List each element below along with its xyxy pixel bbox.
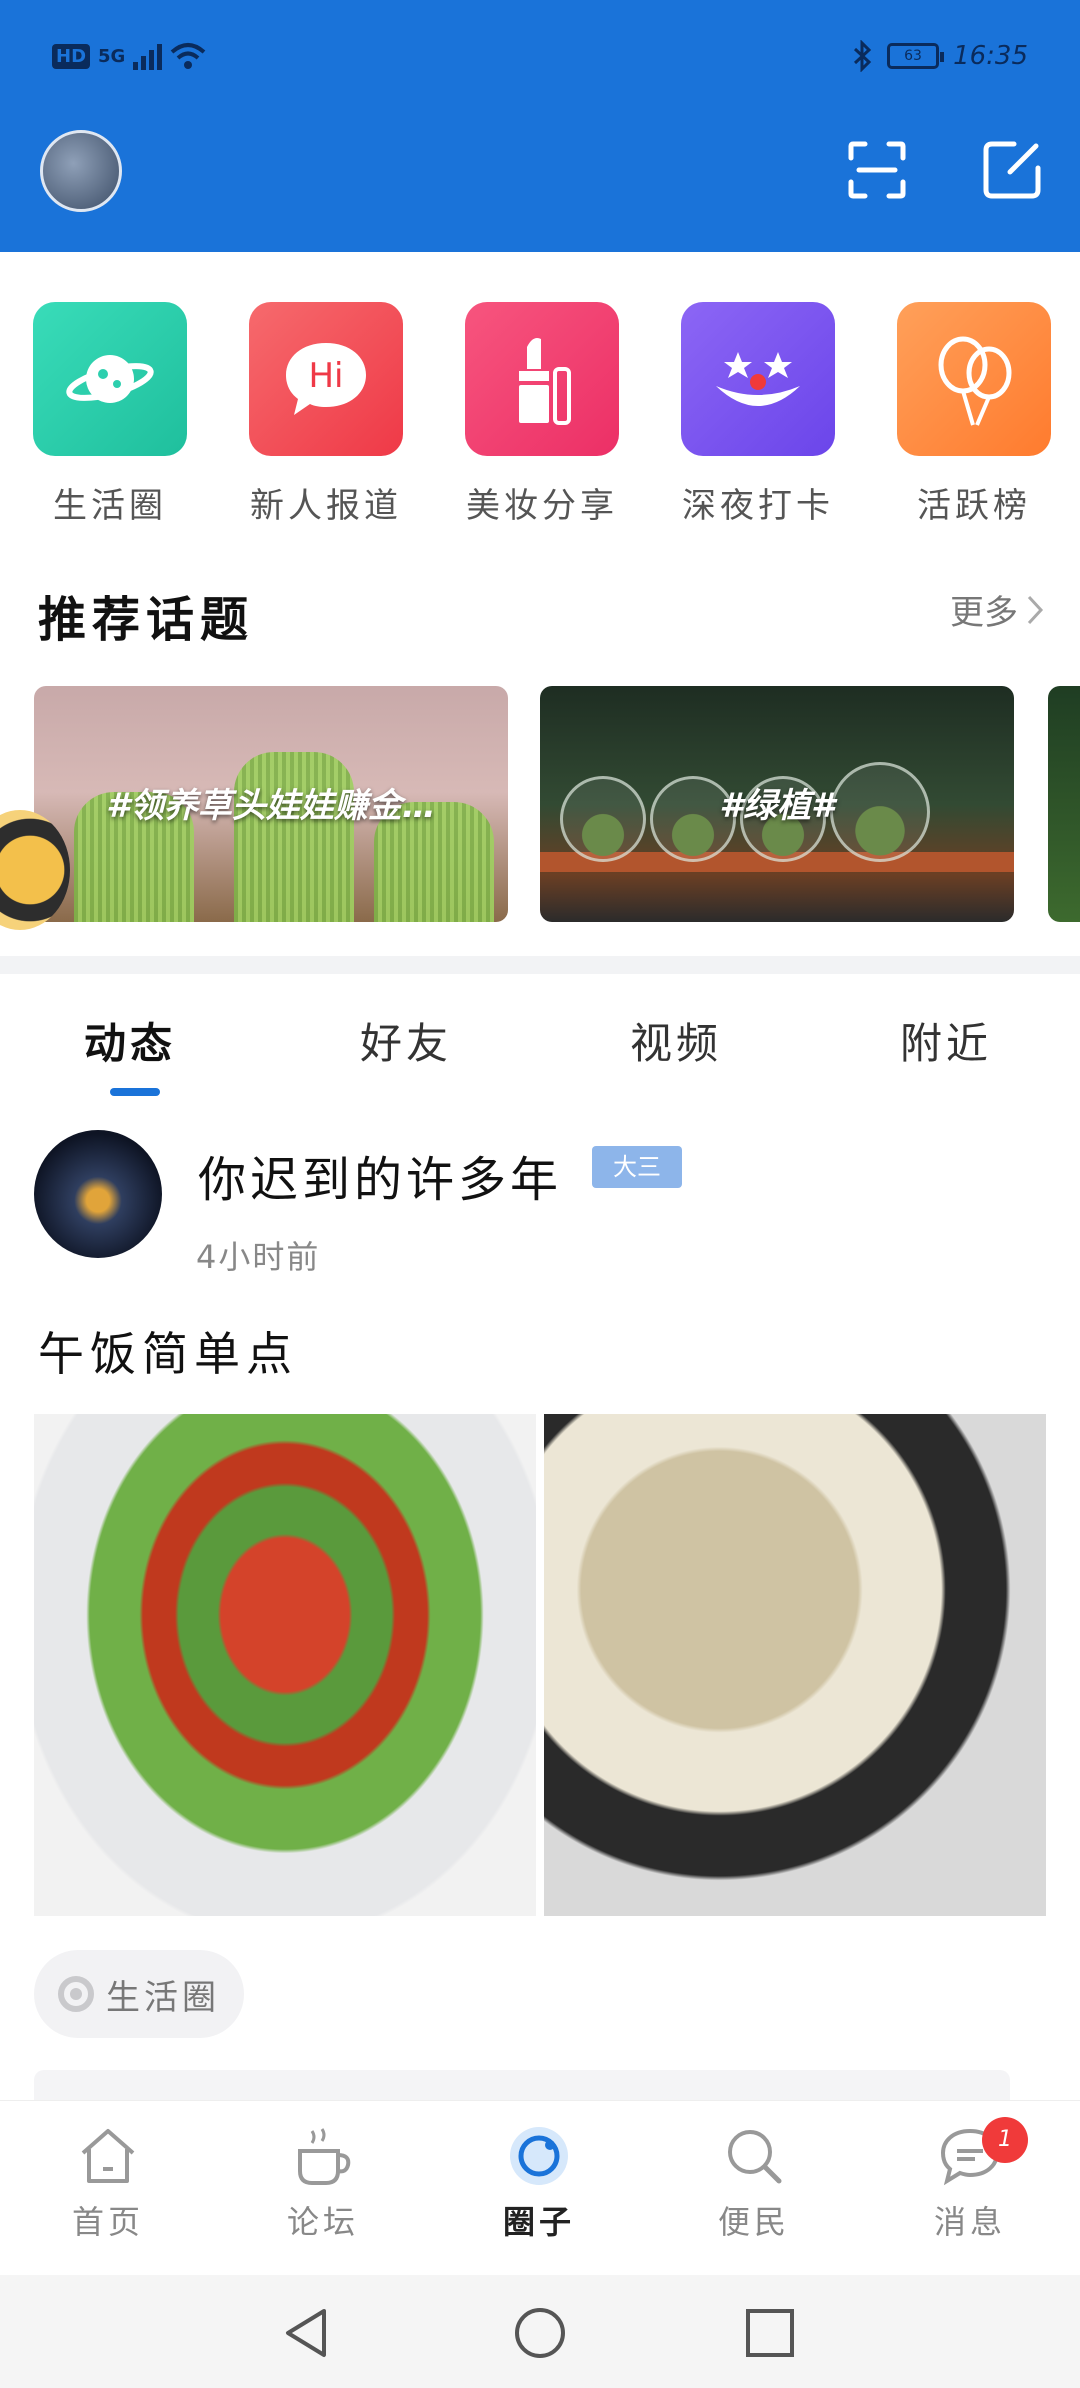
chevron-right-icon (1027, 595, 1044, 624)
topic-label: #领养草头娃娃赚金… (106, 786, 436, 826)
bluetooth-icon (854, 40, 872, 72)
post-author-avatar[interactable] (34, 1130, 162, 1258)
category-grid: 生活圈 Hi 新人报道 美妆分享 深夜打卡 活跃榜 (0, 302, 1080, 532)
nav-circles[interactable]: 圈子 (469, 2123, 609, 2243)
hd-indicator: HD (52, 43, 91, 69)
system-navigation-bar (0, 2275, 1080, 2388)
nav-label: 圈子 (502, 2203, 575, 2241)
unread-badge: 1 (982, 2117, 1028, 2163)
user-avatar[interactable] (40, 130, 122, 212)
category-label: 生活圈 (53, 486, 167, 526)
category-active-rank[interactable]: 活跃榜 (894, 302, 1054, 527)
tab-videos[interactable]: 视频 (630, 1010, 722, 1071)
top-app-bar: HD 5G 63 16:35 (0, 0, 1080, 252)
post-text: 午饭简单点 (38, 1327, 298, 1381)
network-type: 5G (98, 45, 126, 67)
post-author-name[interactable]: 你迟到的许多年 (198, 1140, 562, 1210)
recommended-topics-title: 推荐话题 (38, 592, 255, 648)
lipstick-icon (465, 302, 619, 456)
nav-forum[interactable]: 论坛 (253, 2123, 393, 2243)
grade-badge: 大三 (592, 1146, 682, 1188)
recent-apps-icon[interactable] (742, 2305, 798, 2361)
signal-icon (133, 42, 163, 70)
tab-nearby[interactable]: 附近 (900, 1010, 992, 1071)
nav-label: 首页 (71, 2203, 144, 2241)
post-photo[interactable] (34, 1414, 536, 1916)
bottom-navigation: 首页 论坛 圈子 便民 1 消息 (0, 2100, 1080, 2275)
nav-services[interactable]: 便民 (684, 2123, 824, 2243)
wifi-icon (171, 43, 206, 69)
circle-tag[interactable]: 生活圈 (34, 1950, 244, 2038)
balloons-icon (897, 302, 1051, 456)
circle-icon (510, 2127, 568, 2185)
home-button-icon[interactable] (512, 2305, 568, 2361)
scan-icon[interactable] (845, 138, 909, 202)
category-label: 新人报道 (250, 486, 402, 526)
hi-bubble-icon: Hi (249, 302, 403, 456)
circle-tag-label: 生活圈 (106, 1977, 220, 2018)
battery-icon: 63 (887, 43, 945, 69)
category-label: 活跃榜 (917, 486, 1031, 526)
nav-messages[interactable]: 1 消息 (900, 2117, 1040, 2243)
category-life-circle[interactable]: 生活圈 (30, 302, 190, 527)
home-icon (81, 2129, 135, 2183)
topic-label: #绿植# (719, 786, 835, 826)
clock: 16:35 (953, 41, 1028, 71)
search-icon (728, 2130, 782, 2184)
section-divider (0, 956, 1080, 974)
coffee-icon (298, 2128, 351, 2185)
tab-moments[interactable]: 动态 (84, 1010, 176, 1071)
circle-tag-icon (58, 1976, 94, 2012)
category-night-checkin[interactable]: 深夜打卡 (678, 302, 838, 527)
svg-text:Hi: Hi (308, 356, 343, 396)
category-label: 美妆分享 (466, 486, 618, 526)
category-makeup[interactable]: 美妆分享 (462, 302, 622, 527)
post-photo[interactable] (544, 1414, 1046, 1916)
feed-tabs: 动态 好友 视频 附近 (0, 1010, 1080, 1090)
nav-label: 便民 (717, 2203, 790, 2241)
topic-card-partial[interactable] (1048, 686, 1080, 922)
topic-card[interactable]: #领养草头娃娃赚金… (34, 686, 508, 922)
back-icon[interactable] (280, 2305, 336, 2361)
nav-label: 消息 (933, 2203, 1006, 2241)
category-newcomer[interactable]: Hi 新人报道 (246, 302, 406, 527)
category-label: 深夜打卡 (682, 486, 834, 526)
post-time: 4小时前 (196, 1238, 321, 1276)
topic-card[interactable]: #绿植# (540, 686, 1014, 922)
active-tab-indicator (110, 1088, 160, 1096)
nav-label: 论坛 (286, 2203, 359, 2241)
clown-icon (681, 302, 835, 456)
more-topics-link[interactable]: 更多 (950, 585, 1044, 634)
edit-icon[interactable] (980, 138, 1044, 202)
next-post-card (34, 2070, 1010, 2100)
tab-friends[interactable]: 好友 (360, 1010, 452, 1071)
status-bar: HD 5G 63 16:35 (0, 0, 1080, 120)
more-label: 更多 (950, 593, 1018, 633)
planet-icon (33, 302, 187, 456)
nav-home[interactable]: 首页 (38, 2123, 178, 2243)
